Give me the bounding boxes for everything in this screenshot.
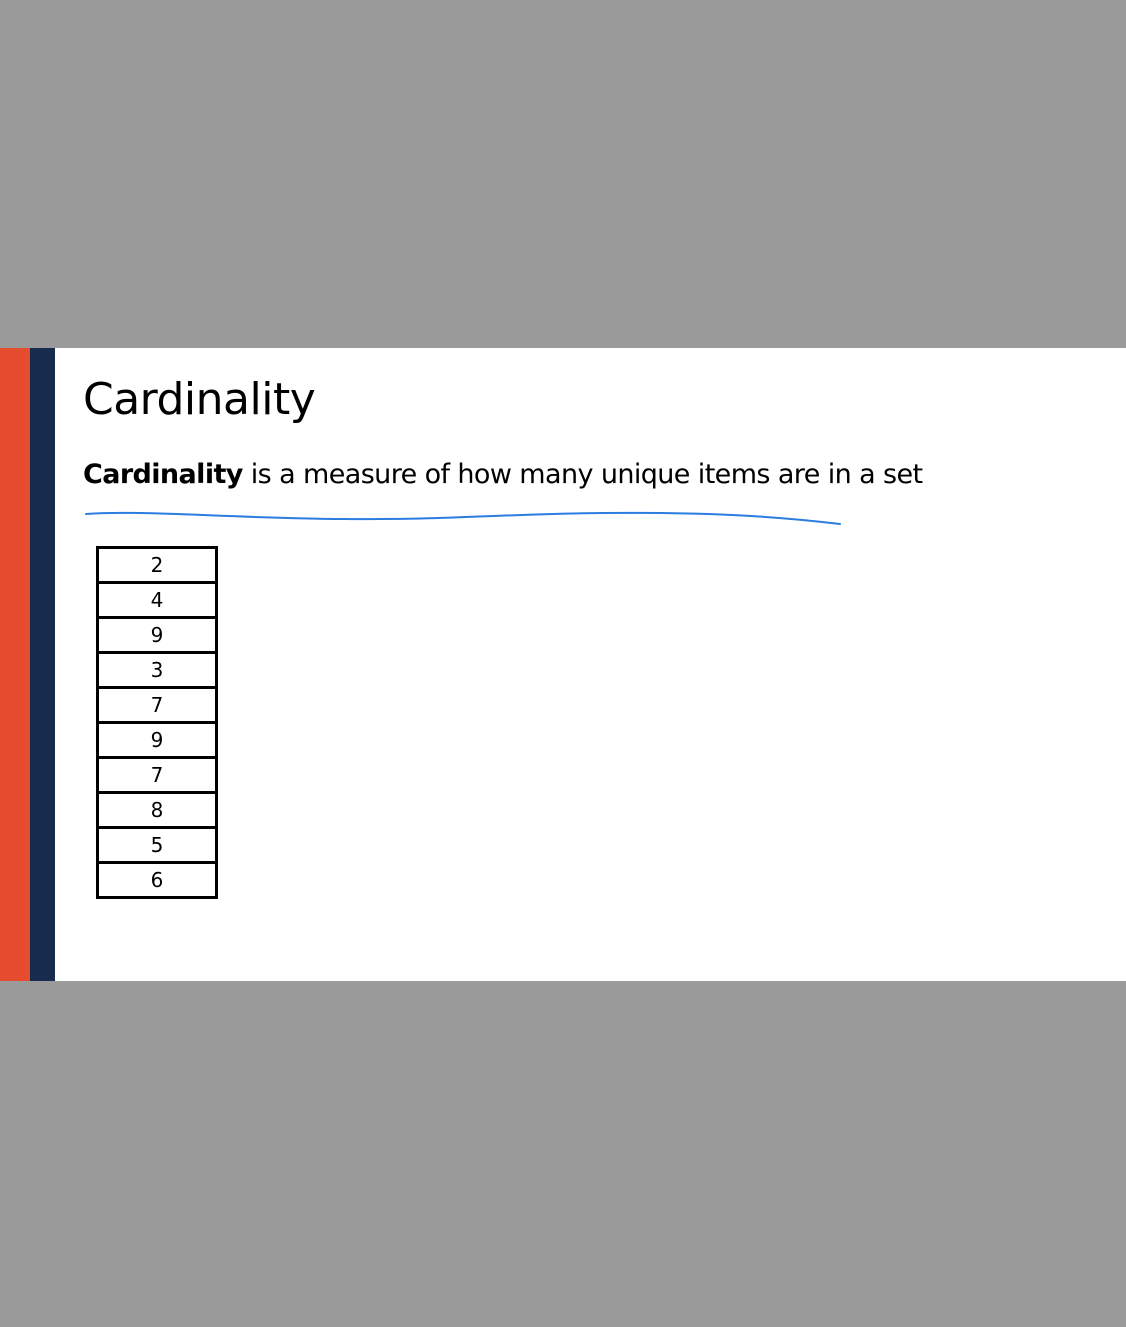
set-values-column: 2493797856	[96, 546, 218, 899]
slide-title: Cardinality	[83, 374, 316, 425]
set-value-cell: 8	[99, 791, 215, 826]
set-value-cell: 7	[99, 686, 215, 721]
set-value-cell: 2	[150, 553, 164, 577]
accent-bar-navy	[30, 348, 55, 981]
set-value-cell: 4	[99, 581, 215, 616]
slide: Cardinality Cardinality is a measure of …	[0, 348, 1126, 981]
set-value-cell: 3	[99, 651, 215, 686]
ink-underline-annotation	[85, 511, 841, 525]
set-value-cell: 6	[99, 861, 215, 896]
definition-text: Cardinality is a measure of how many uni…	[83, 458, 923, 492]
accent-bar-orange	[0, 348, 30, 981]
definition-rest: is a measure of how many unique items ar…	[242, 459, 923, 490]
set-value-cell: 9	[99, 616, 215, 651]
definition-term: Cardinality	[83, 459, 243, 490]
set-value-cell: 7	[99, 756, 215, 791]
set-value-cell: 5	[99, 826, 215, 861]
set-value-cell: 9	[99, 721, 215, 756]
